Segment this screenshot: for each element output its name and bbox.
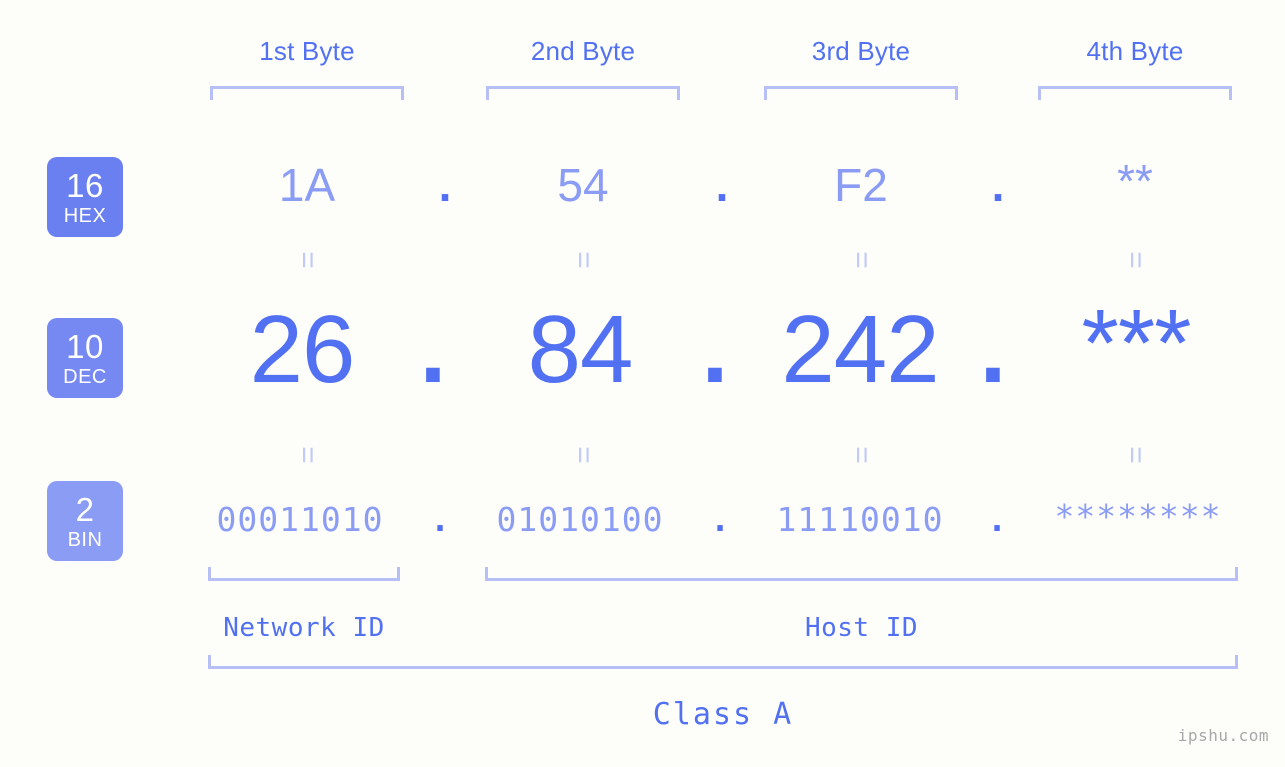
hex-byte-4: **	[1117, 155, 1153, 207]
equals-connector-dec-bin-2: =	[567, 446, 600, 464]
equals-connector-hex-dec-2: =	[567, 251, 600, 269]
equals-connector-hex-dec-4: =	[1119, 251, 1152, 269]
dec-separator-1: .	[419, 296, 447, 403]
equals-connector-dec-bin-4: =	[1119, 446, 1152, 464]
base-badge-hex-label: HEX	[63, 204, 107, 227]
class-label: Class A	[652, 697, 794, 732]
host-id-label: Host ID	[804, 613, 919, 643]
base-badge-dec-number: 10	[66, 327, 104, 365]
bin-byte-3: 11110010	[776, 500, 944, 539]
byte-header-4: 4th Byte	[1086, 36, 1184, 66]
network-id-bracket	[208, 567, 400, 581]
base-badge-bin-label: BIN	[67, 528, 103, 551]
class-bracket	[208, 655, 1238, 669]
byte-bracket-4	[1038, 86, 1232, 100]
ip-address-breakdown-diagram: 1st Byte 2nd Byte 3rd Byte 4th Byte 16 H…	[0, 0, 1285, 767]
hex-byte-2: 54	[557, 159, 609, 211]
equals-connector-dec-bin-1: =	[291, 446, 324, 464]
dec-byte-1: 26	[249, 296, 356, 403]
equals-connector-hex-dec-1: =	[291, 251, 324, 269]
bin-separator-2: .	[710, 500, 730, 539]
byte-bracket-3	[764, 86, 958, 100]
dec-byte-4: ***	[1081, 290, 1191, 397]
hex-separator-2: .	[715, 159, 729, 211]
bin-byte-2: 01010100	[496, 500, 664, 539]
dec-byte-3: 242	[781, 296, 939, 403]
hex-separator-1: .	[438, 159, 452, 211]
base-badge-dec: 10 DEC	[47, 318, 123, 398]
host-id-bracket	[485, 567, 1238, 581]
base-badge-bin: 2 BIN	[47, 481, 123, 561]
equals-connector-hex-dec-3: =	[845, 251, 878, 269]
bin-separator-3: .	[987, 500, 1007, 539]
base-badge-dec-label: DEC	[63, 365, 107, 388]
dec-separator-2: .	[701, 296, 729, 403]
bin-byte-4: ********	[1054, 497, 1222, 536]
base-badge-hex-number: 16	[66, 166, 104, 204]
byte-header-2: 2nd Byte	[530, 36, 636, 66]
byte-header-1: 1st Byte	[259, 36, 355, 66]
dec-byte-2: 84	[527, 296, 634, 403]
site-watermark: ipshu.com	[1177, 726, 1269, 745]
byte-header-3: 3rd Byte	[811, 36, 911, 66]
bin-byte-1: 00011010	[216, 500, 384, 539]
base-badge-hex: 16 HEX	[47, 157, 123, 237]
base-badge-bin-number: 2	[75, 490, 95, 528]
hex-byte-3: F2	[834, 159, 888, 211]
dec-separator-3: .	[979, 296, 1007, 403]
hex-byte-1: 1A	[278, 159, 336, 211]
byte-bracket-1	[210, 86, 404, 100]
equals-connector-dec-bin-3: =	[845, 446, 878, 464]
byte-bracket-2	[486, 86, 680, 100]
network-id-label: Network ID	[223, 613, 385, 643]
hex-separator-3: .	[991, 159, 1005, 211]
bin-separator-1: .	[430, 500, 450, 539]
